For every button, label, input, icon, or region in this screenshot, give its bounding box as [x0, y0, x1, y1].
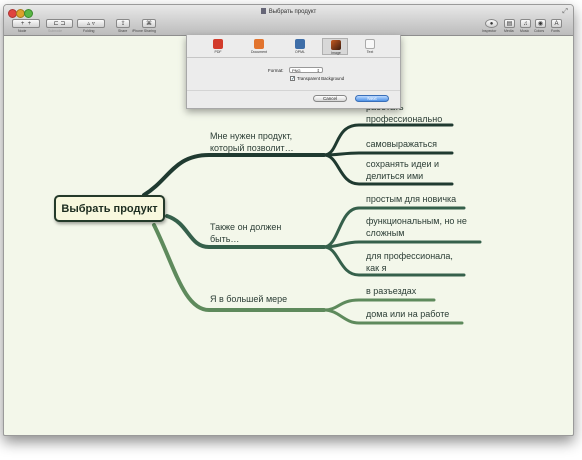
node-text-line: дома или на работе — [366, 309, 450, 319]
export-tab-label: Image — [331, 51, 341, 55]
mindmap-root-node[interactable]: Выбрать продукт — [54, 195, 165, 222]
export-tab-opml[interactable]: OPML — [287, 38, 313, 55]
transparent-background-checkbox[interactable]: ✓ — [290, 76, 295, 82]
node-text-line: Я в большей мере — [210, 294, 288, 304]
export-tab-label: PDF — [214, 50, 222, 54]
node-text-line: простым для новичка — [366, 194, 457, 204]
format-select[interactable]: PNG ⇕ — [289, 67, 323, 73]
app-window: Выбрать продукт ⤢ + + Node Subnode ⊏ ⊐ ▵… — [3, 4, 574, 436]
branch-node[interactable]: Мне нужен продукт, который позволит… — [210, 130, 294, 154]
text-icon — [365, 39, 375, 49]
node-text-line: Мне нужен продукт, — [210, 131, 293, 141]
node-text-line: профессионально — [366, 114, 443, 124]
connector-root-branch1 — [142, 153, 326, 197]
leaf-node[interactable]: дома или на работе — [366, 308, 449, 320]
sheet-divider — [187, 90, 400, 91]
node-text-line: для профессионала, — [366, 251, 453, 261]
sheet-divider — [187, 57, 400, 58]
chevron-updown-icon: ⇕ — [316, 68, 320, 73]
format-label: Format: — [268, 68, 284, 73]
node-text-line: как я — [366, 263, 387, 273]
export-tab-image[interactable]: Image — [322, 38, 348, 55]
connector-branch1-child2 — [322, 151, 454, 157]
leaf-node[interactable]: для профессионала, как я — [366, 250, 453, 274]
leaf-node[interactable]: самовыражаться — [366, 138, 437, 150]
node-text-line: функциональным, но не — [366, 216, 467, 226]
node-text-line: самовыражаться — [366, 139, 437, 149]
document-icon — [254, 39, 264, 49]
leaf-node[interactable]: функциональным, но не сложным — [366, 215, 467, 239]
export-tab-label: OPML — [295, 50, 305, 54]
node-text-line: в разъездах — [366, 286, 417, 296]
opml-icon — [295, 39, 305, 49]
export-tab-label: Document — [251, 50, 267, 54]
node-text-line: Также он должен — [210, 222, 282, 232]
pdf-icon — [213, 39, 223, 49]
format-select-value: PNG — [292, 68, 301, 73]
export-tab-document[interactable]: Document — [246, 38, 272, 55]
node-text-line: делиться ими — [366, 171, 424, 181]
branch-node[interactable]: Я в большей мере — [210, 293, 287, 305]
export-tab-text[interactable]: Text — [357, 38, 383, 55]
next-button[interactable]: Next — [355, 95, 389, 102]
image-icon — [331, 40, 341, 50]
node-text-line: который позволит… — [210, 143, 294, 153]
export-sheet: PDF Document OPML Image Text Format: PNG… — [186, 35, 401, 109]
branch-node[interactable]: Также он должен быть… — [210, 221, 281, 245]
node-text-line: сложным — [366, 228, 405, 238]
leaf-node[interactable]: в разъездах — [366, 285, 416, 297]
root-node-label: Выбрать продукт — [61, 202, 158, 215]
leaf-node[interactable]: простым для новичка — [366, 193, 456, 205]
export-tab-pdf[interactable]: PDF — [205, 38, 231, 55]
connector-branch2-child2 — [322, 240, 482, 249]
node-text-line: быть… — [210, 234, 240, 244]
transparent-background-label: Transparent Background — [297, 76, 345, 81]
node-text-line: сохранять идеи и — [366, 159, 440, 169]
export-tab-label: Text — [366, 50, 374, 54]
leaf-node[interactable]: сохранять идеи и делиться ими — [366, 158, 439, 182]
cancel-button[interactable]: Cancel — [313, 95, 347, 102]
